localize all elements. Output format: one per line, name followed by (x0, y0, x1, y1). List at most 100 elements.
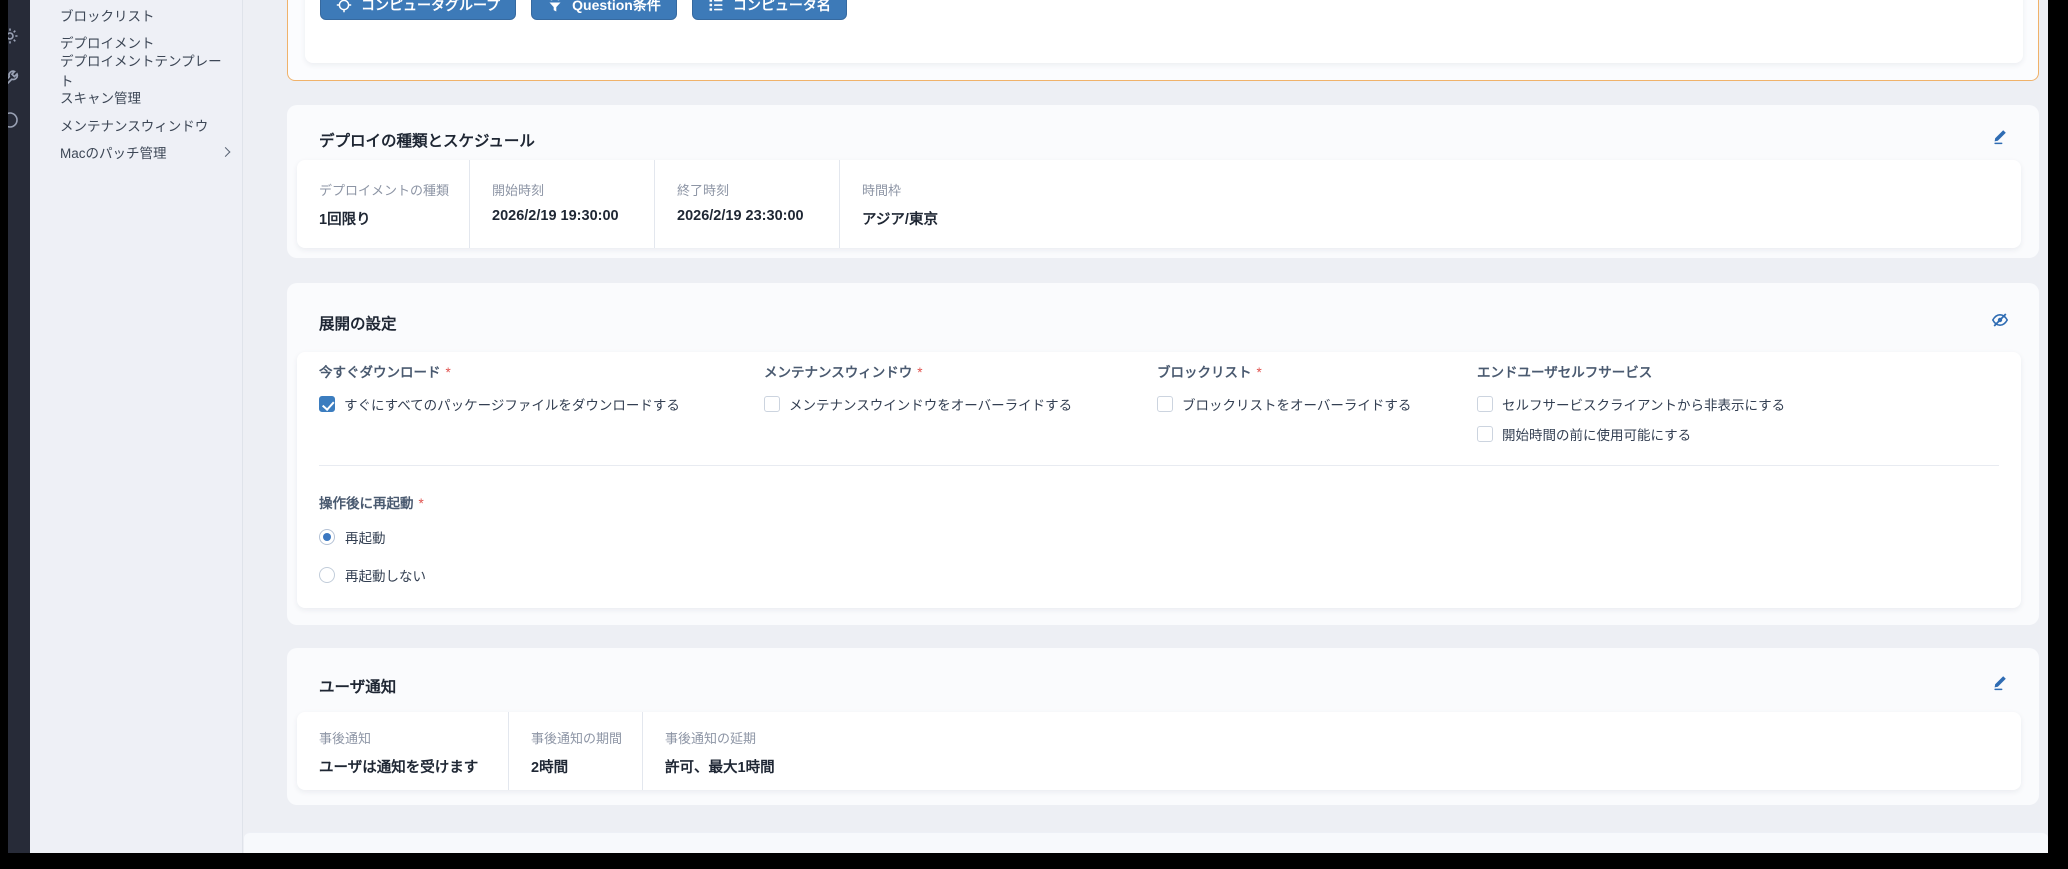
field-notification-duration: 事後通知の期間 2時間 (509, 712, 644, 790)
radio-selected-icon[interactable] (319, 529, 335, 545)
required-asterisk: * (418, 496, 424, 511)
group-blocklist: ブロックリスト * ブロックリストをオーバーライドする (1157, 361, 1477, 444)
sidebar-item-maintenance-window[interactable]: メンテナンスウィンドウ (30, 111, 242, 139)
filter-icon (549, 2, 561, 11)
group-label: ブロックリスト * (1157, 361, 1477, 381)
field-value: 2026/2/19 23:30:00 (677, 208, 804, 224)
button-label: Question条件 (572, 0, 661, 13)
computer-name-button[interactable]: コンピュータ名 (691, 0, 847, 20)
field-value: アジア/東京 (862, 212, 938, 228)
sidebar: ブロックリスト デプロイメント デプロイメントテンプレート スキャン管理 メンテ… (30, 0, 243, 853)
list-icon (709, 0, 723, 11)
sidebar-item-label: Macのパッチ管理 (60, 146, 167, 162)
field-label: 終了時刻 (677, 183, 730, 198)
section-title: 展開の設定 (319, 316, 397, 333)
target-icon (336, 0, 352, 12)
radio-label: 再起動しない (345, 569, 426, 584)
group-label: メンテナンスウィンドウ * (764, 361, 1157, 381)
checkbox-override-blocklist[interactable]: ブロックリストをオーバーライドする (1157, 394, 1477, 414)
field-timezone: 時間枠 アジア/東京 (840, 160, 2021, 248)
eye-invisible-icon[interactable] (1991, 311, 2009, 329)
required-asterisk: * (917, 365, 923, 380)
pencil-icon[interactable] (1991, 673, 2009, 691)
group-label-text: 今すぐダウンロード (319, 365, 441, 380)
checkbox-hide-from-self-service[interactable]: セルフサービスクライアントから非表示にする (1477, 394, 2021, 414)
sidebar-item-deployment-template[interactable]: デプロイメントテンプレート (30, 54, 242, 89)
checkbox-label: ブロックリストをオーバーライドする (1182, 398, 1412, 413)
checkbox-unchecked-icon[interactable] (1477, 426, 1493, 442)
wrench-icon[interactable] (8, 69, 19, 87)
sidebar-item-label: メンテナンスウィンドウ (60, 118, 209, 134)
checkbox-label: メンテナンスウインドウをオーバーライドする (789, 398, 1073, 413)
field-value: 2時間 (531, 760, 569, 776)
settings-panel: 今すぐダウンロード * すぐにすべてのパッケージファイルをダウンロードする メンテ… (297, 352, 2021, 608)
sidebar-item-label: スキャン管理 (60, 91, 141, 107)
group-label-text: エンドユーザセルフサービス (1477, 365, 1653, 380)
collapsed-icon-rail (8, 0, 30, 853)
group-label: 今すぐダウンロード * (319, 361, 764, 381)
field-label: 開始時刻 (492, 183, 545, 198)
gear-icon[interactable] (8, 27, 19, 45)
button-label: コンピュータグループ (361, 0, 501, 13)
field-deployment-type: デプロイメントの種類 1回限り (297, 160, 471, 248)
sidebar-item-mac-patch-management[interactable]: Macのパッチ管理 (30, 139, 242, 167)
radio-no-restart[interactable]: 再起動しない (319, 565, 2021, 585)
checkbox-unchecked-icon[interactable] (764, 396, 780, 412)
field-post-notification: 事後通知 ユーザは通知を受けます (297, 712, 509, 790)
field-label: 事後通知の延期 (665, 731, 757, 746)
radio-unselected-icon[interactable] (319, 567, 335, 583)
field-value: 1回限り (319, 212, 371, 228)
group-label-text: ブロックリスト (1157, 365, 1252, 380)
checkbox-available-before-start[interactable]: 開始時間の前に使用可能にする (1477, 424, 2021, 444)
group-restart-after-action: 操作後に再起動 * 再起動 再起動しない (297, 466, 2021, 585)
field-label: 事後通知 (319, 731, 372, 746)
group-label-text: 操作後に再起動 (319, 496, 414, 511)
footer-bar (244, 832, 2048, 853)
sidebar-nav: ブロックリスト デプロイメント デプロイメントテンプレート スキャン管理 メンテ… (30, 0, 242, 166)
field-label: 事後通知の期間 (531, 731, 623, 746)
user-notification-section: ユーザ通知 事後通知 ユーザは通知を受けます 事後通知の期間 2時間 事後通知の… (287, 648, 2039, 805)
question-condition-button[interactable]: Question条件 (531, 0, 677, 20)
checkbox-checked-icon[interactable] (319, 396, 335, 412)
group-label: 操作後に再起動 * (319, 492, 2021, 512)
field-end-time: 終了時刻 2026/2/19 23:30:00 (655, 160, 841, 248)
checkbox-override-maintenance-window[interactable]: メンテナンスウインドウをオーバーライドする (764, 394, 1157, 414)
group-label-text: メンテナンスウィンドウ (764, 365, 913, 380)
field-value: ユーザは通知を受けます (319, 760, 479, 776)
field-value: 2026/2/19 19:30:00 (492, 208, 619, 224)
section-title: デプロイの種類とスケジュール (319, 133, 535, 150)
notification-fields-panel: 事後通知 ユーザは通知を受けます 事後通知の期間 2時間 事後通知の延期 許可、… (297, 712, 2021, 790)
checkbox-label: すぐにすべてのパッケージファイルをダウンロードする (344, 398, 680, 413)
button-label: コンピュータ名 (732, 0, 831, 13)
section-title: ユーザ通知 (319, 679, 397, 696)
sidebar-item-label: ブロックリスト (60, 8, 155, 24)
checkbox-label: 開始時間の前に使用可能にする (1502, 428, 1692, 443)
checkbox-unchecked-icon[interactable] (1157, 396, 1173, 412)
pencil-icon[interactable] (1991, 127, 2009, 145)
targeting-card: コンピュータグループ Question条件 コンピュータ名 (287, 0, 2039, 81)
schedule-fields-panel: デプロイメントの種類 1回限り 開始時刻 2026/2/19 19:30:00 … (297, 160, 2021, 248)
sidebar-item-blocklist[interactable]: ブロックリスト (30, 1, 242, 29)
field-start-time: 開始時刻 2026/2/19 19:30:00 (470, 160, 656, 248)
chevron-right-icon (220, 147, 231, 158)
field-value: 許可、最大1時間 (665, 760, 775, 776)
schedule-section: デプロイの種類とスケジュール デプロイメントの種類 1回限り 開始時刻 2026… (287, 105, 2039, 258)
field-notification-postpone: 事後通知の延期 許可、最大1時間 (643, 712, 2021, 790)
required-asterisk: * (445, 365, 451, 380)
deployment-settings-section: 展開の設定 今すぐダウンロード * すぐにすべてのパッケージファイルをダウンロー… (287, 283, 2039, 625)
computer-group-button[interactable]: コンピュータグループ (320, 0, 517, 20)
group-label: エンドユーザセルフサービス (1477, 361, 2021, 381)
checkbox-download-packages[interactable]: すぐにすべてのパッケージファイルをダウンロードする (319, 394, 764, 414)
radio-restart[interactable]: 再起動 (319, 527, 2021, 547)
main-content: コンピュータグループ Question条件 コンピュータ名 デプロイの種類とスケ… (244, 0, 2048, 853)
group-download-now: 今すぐダウンロード * すぐにすべてのパッケージファイルをダウンロードする (319, 361, 764, 444)
group-end-user-self-service: エンドユーザセルフサービス セルフサービスクライアントから非表示にする 開始時間… (1477, 361, 2021, 444)
help-circle-icon[interactable] (8, 111, 19, 129)
checkbox-unchecked-icon[interactable] (1477, 396, 1493, 412)
radio-label: 再起動 (345, 531, 386, 546)
checkbox-label: セルフサービスクライアントから非表示にする (1502, 398, 1786, 413)
field-label: デプロイメントの種類 (319, 183, 450, 198)
field-label: 時間枠 (862, 183, 902, 198)
sidebar-item-scan-management[interactable]: スキャン管理 (30, 84, 242, 112)
app-window: ブロックリスト デプロイメント デプロイメントテンプレート スキャン管理 メンテ… (8, 0, 2048, 853)
